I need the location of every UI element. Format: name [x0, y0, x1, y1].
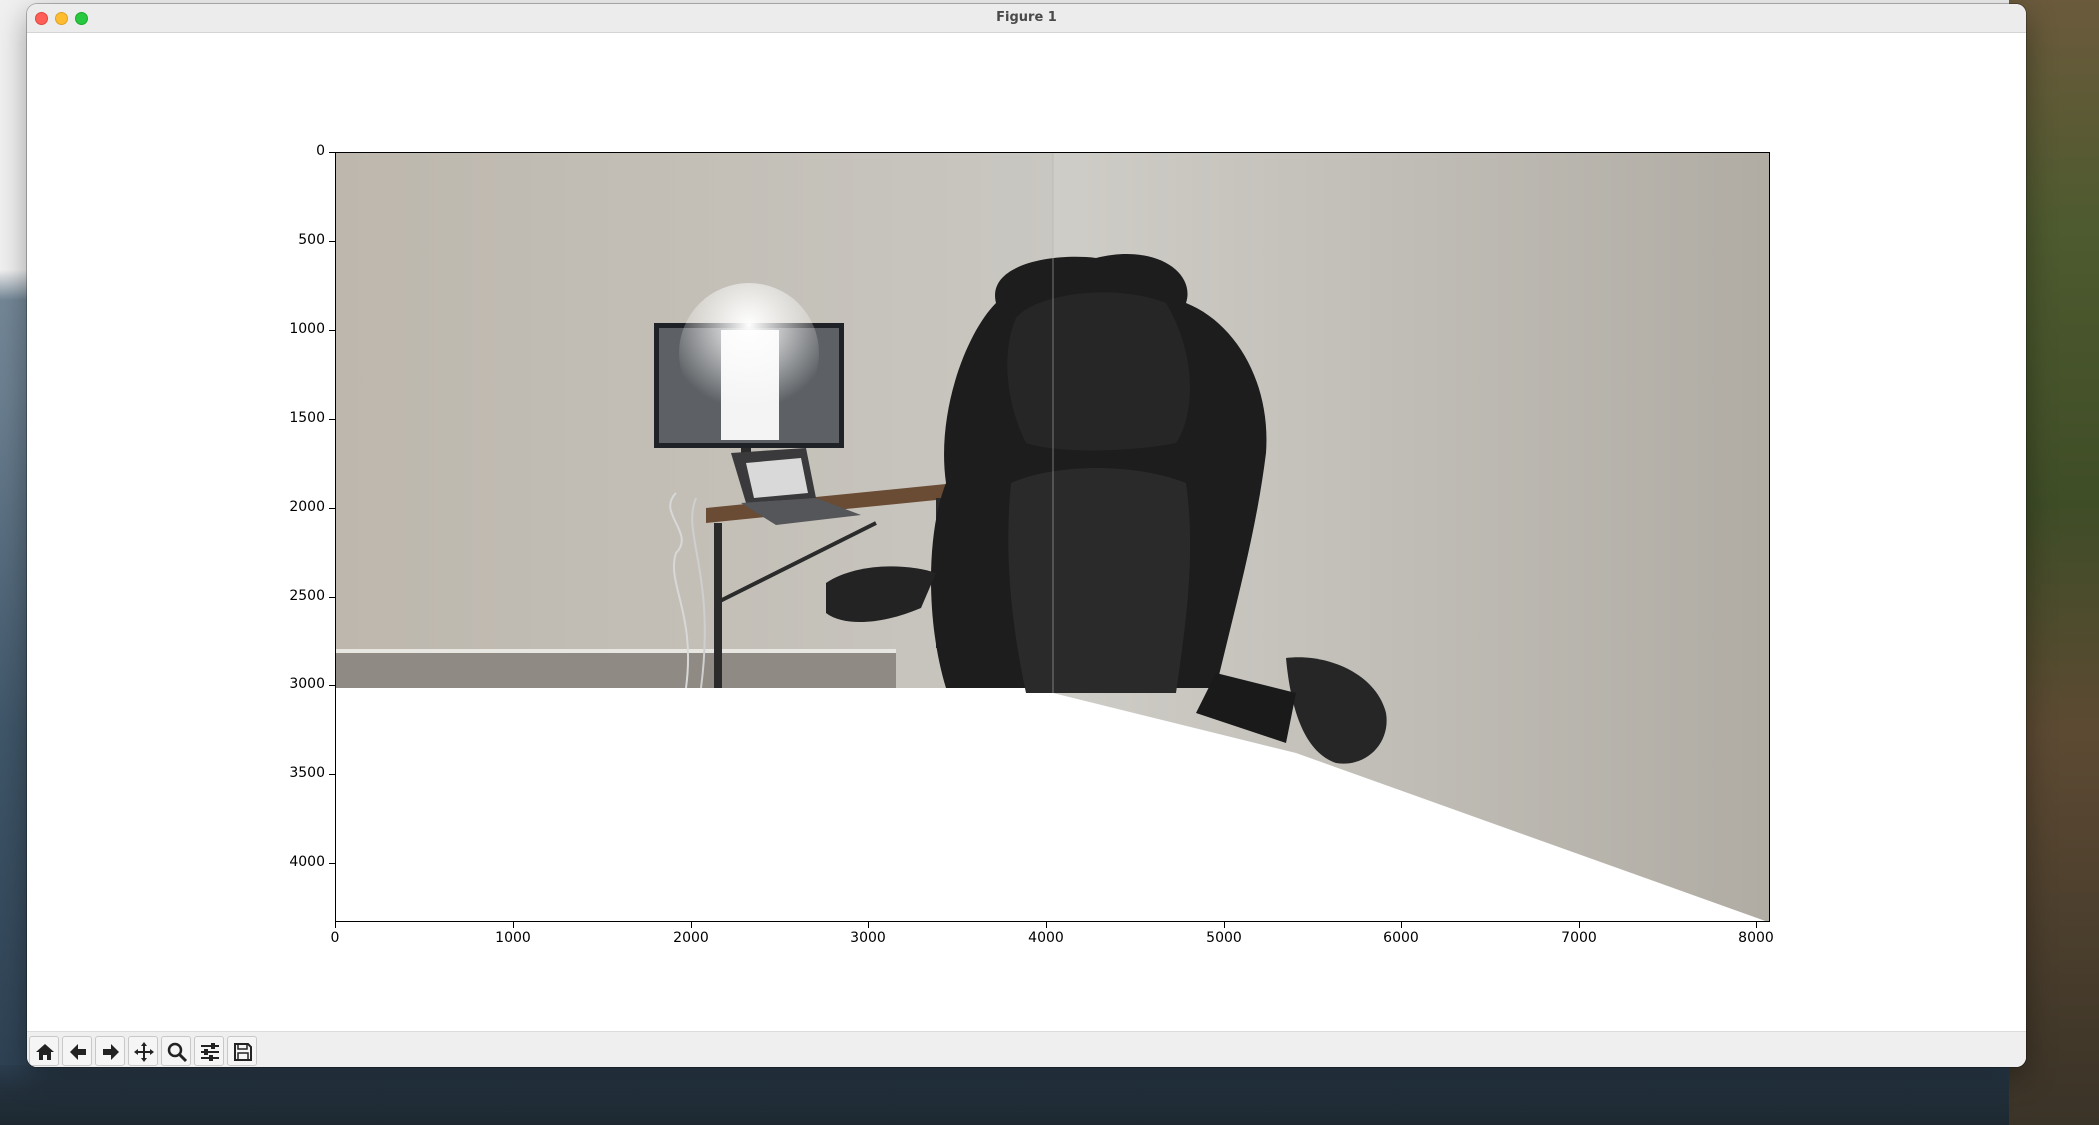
y-tick-mark	[329, 508, 335, 509]
arrow-left-icon	[70, 1044, 86, 1060]
y-tick-label: 2000	[289, 499, 325, 515]
navigation-toolbar	[27, 1031, 2026, 1067]
x-tick-label: 3000	[850, 930, 886, 946]
y-tick-label: 3000	[289, 676, 325, 692]
y-tick-mark	[329, 330, 335, 331]
x-tick-mark	[1579, 922, 1580, 928]
home-icon	[36, 1044, 54, 1060]
x-tick-label: 2000	[673, 930, 709, 946]
y-tick-label: 1500	[289, 410, 325, 426]
panorama-image	[336, 153, 1769, 921]
y-tick-label: 1000	[289, 321, 325, 337]
y-tick-mark	[329, 419, 335, 420]
title-bar[interactable]: Figure 1	[27, 4, 2026, 33]
arrow-right-icon	[103, 1044, 119, 1060]
y-tick-label: 2500	[289, 588, 325, 604]
save-button[interactable]	[227, 1036, 257, 1066]
window-title: Figure 1	[996, 10, 1057, 25]
figure-canvas[interactable]: 0 500 1000 1500 2000 2500 3000 3500 4000…	[27, 33, 2026, 1031]
x-tick-label: 1000	[495, 930, 531, 946]
x-tick-mark	[868, 922, 869, 928]
x-tick-label: 4000	[1028, 930, 1064, 946]
zoom-button[interactable]	[161, 1036, 191, 1066]
y-tick-mark	[329, 685, 335, 686]
x-tick-label: 0	[330, 930, 340, 946]
sliders-icon	[201, 1043, 219, 1061]
floppy-disk-icon	[234, 1043, 252, 1061]
x-tick-mark	[1401, 922, 1402, 928]
y-tick-label: 0	[316, 143, 325, 159]
move-icon	[134, 1042, 154, 1062]
configure-subplots-button[interactable]	[194, 1036, 224, 1066]
y-tick-mark	[329, 774, 335, 775]
y-tick-mark	[329, 152, 335, 153]
back-button[interactable]	[62, 1036, 92, 1066]
y-tick-label: 3500	[289, 765, 325, 781]
x-tick-label: 7000	[1561, 930, 1597, 946]
desktop-background-sea	[0, 1065, 2099, 1125]
x-tick-mark	[691, 922, 692, 928]
x-tick-mark	[335, 922, 336, 928]
x-tick-mark	[513, 922, 514, 928]
y-tick-label: 500	[298, 232, 325, 248]
x-tick-mark	[1756, 922, 1757, 928]
x-tick-label: 6000	[1383, 930, 1419, 946]
x-tick-label: 5000	[1206, 930, 1242, 946]
x-tick-mark	[1224, 922, 1225, 928]
pan-button[interactable]	[128, 1036, 158, 1066]
forward-button[interactable]	[95, 1036, 125, 1066]
image-axes[interactable]	[335, 152, 1770, 922]
magnifier-icon	[167, 1042, 188, 1063]
figure-window: Figure 1 0 500 1000 1500 2000 2500 3000 …	[27, 4, 2026, 1067]
y-tick-mark	[329, 241, 335, 242]
y-tick-label: 4000	[289, 854, 325, 870]
home-button[interactable]	[29, 1036, 59, 1066]
y-tick-mark	[329, 597, 335, 598]
x-tick-mark	[1046, 922, 1047, 928]
x-tick-label: 8000	[1738, 930, 1774, 946]
y-tick-mark	[329, 863, 335, 864]
